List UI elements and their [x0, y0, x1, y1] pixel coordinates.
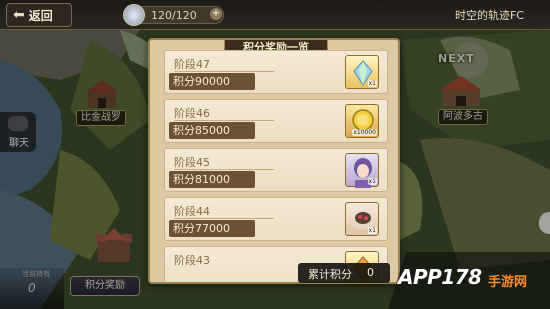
total-points-label: 累计积分 [308, 268, 352, 281]
stamina-value: 120/120 [151, 9, 197, 22]
reward-row: 阶段44 积分77000 x1 [164, 197, 388, 241]
reward-row: 阶段46 积分85000 x10000 [164, 99, 388, 143]
stamina-gem-icon [123, 4, 145, 26]
mira-coin-icon[interactable]: x10000 [345, 104, 379, 138]
food-icon[interactable]: x1 [345, 202, 379, 236]
event-title: 时空的轨迹FC [454, 9, 524, 22]
divider [174, 71, 274, 72]
watermark: APP178 手游网 [388, 252, 550, 309]
character-portrait-icon[interactable]: x1 [345, 153, 379, 188]
stage-label: 阶段45 [174, 156, 210, 169]
reward-list[interactable]: 阶段47 积分90000 x1 阶段46 积分85000 x10000 阶段45… [164, 50, 388, 282]
back-arrow-icon: ⬅ [13, 7, 25, 23]
stage-label: 阶段47 [174, 58, 210, 71]
watermark-subtext: 手游网 [488, 275, 528, 290]
points-requirement: 积分90000 [169, 73, 255, 90]
stage-label: 阶段44 [174, 205, 210, 218]
total-points-value: 0 [367, 266, 374, 279]
divider [174, 120, 274, 121]
stage-label: 阶段43 [174, 254, 210, 267]
back-label: 返回 [28, 8, 53, 23]
divider [174, 169, 274, 170]
points-reward-modal: 积分奖励一览 阶段47 积分90000 x1 阶段46 积分85000 x100… [148, 38, 400, 284]
reward-quantity: x1 [367, 227, 377, 234]
points-requirement: 积分77000 [169, 220, 255, 237]
stamina-plus-button[interactable]: + [210, 8, 222, 20]
stage-label: 阶段46 [174, 107, 210, 120]
gem-icon[interactable]: x1 [345, 55, 379, 89]
top-bar: ⬅ 返回 120/120 + 时空的轨迹FC [0, 0, 550, 30]
reward-row: 阶段47 积分90000 x1 [164, 50, 388, 94]
reward-quantity: x10000 [352, 129, 377, 136]
points-requirement: 积分81000 [169, 171, 255, 188]
points-requirement: 积分85000 [169, 122, 255, 139]
divider [174, 218, 274, 219]
reward-quantity: x1 [367, 178, 377, 185]
reward-row: 阶段45 积分81000 x1 [164, 148, 388, 192]
back-button[interactable]: ⬅ 返回 [6, 3, 72, 27]
watermark-text: APP178 [398, 265, 482, 289]
reward-quantity: x1 [367, 80, 377, 87]
total-points-bar: 累计积分 0 [298, 263, 390, 283]
